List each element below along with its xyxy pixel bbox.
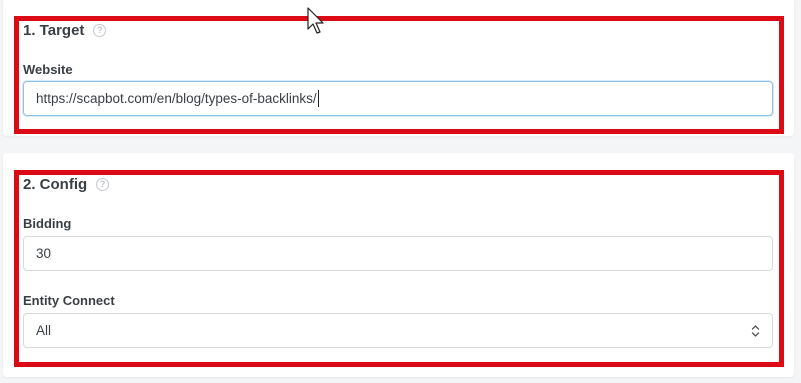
select-updown-icon: [751, 325, 760, 337]
config-section-title: 2. Config ?: [23, 174, 110, 194]
website-input[interactable]: https://scapbot.com/en/blog/types-of-bac…: [23, 81, 773, 116]
target-title-text: 1. Target: [23, 21, 85, 39]
bidding-input-value: 30: [36, 246, 52, 261]
entity-connect-label: Entity Connect: [23, 293, 115, 308]
target-section-title: 1. Target ?: [23, 20, 107, 40]
mouse-cursor-icon: [307, 7, 324, 34]
config-title-text: 2. Config: [23, 175, 88, 193]
help-icon[interactable]: ?: [96, 177, 110, 191]
bidding-label: Bidding: [23, 216, 72, 231]
bidding-input[interactable]: 30: [23, 236, 773, 271]
website-label: Website: [23, 62, 73, 77]
text-caret: [317, 90, 319, 107]
entity-connect-value: All: [36, 323, 52, 338]
help-icon[interactable]: ?: [93, 23, 107, 37]
website-input-value: https://scapbot.com/en/blog/types-of-bac…: [36, 91, 317, 106]
entity-connect-select[interactable]: All: [23, 313, 773, 348]
